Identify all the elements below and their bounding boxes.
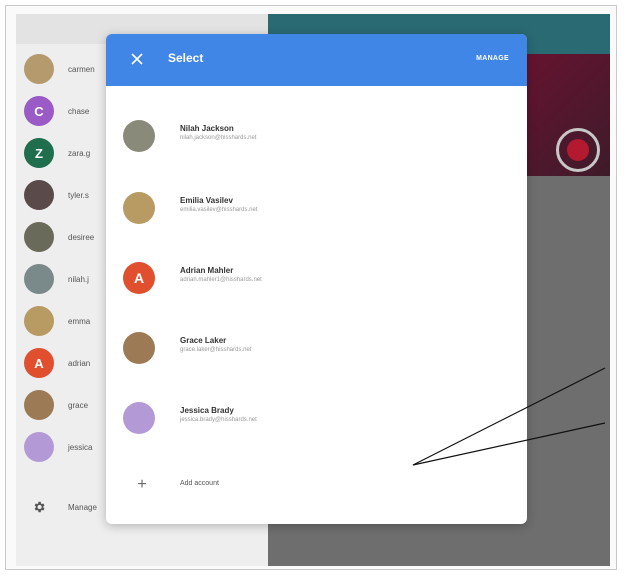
select-account-dialog: Select MANAGE Nilah Jackson nilah.jackso…: [106, 34, 527, 524]
sidebar-account-label: emma: [68, 316, 91, 326]
sidebar-account-label: zara.g: [68, 148, 91, 158]
avatar: [24, 306, 54, 336]
sidebar-account-label: chase: [68, 106, 90, 116]
account-name: Grace Laker: [180, 336, 227, 345]
sidebar-account-item[interactable]: carmen: [24, 51, 95, 87]
avatar: [24, 180, 54, 210]
account-name: Nilah Jackson: [180, 124, 234, 133]
sidebar-account-label: nilah.j: [68, 274, 89, 284]
sidebar-account-label: grace: [68, 400, 89, 410]
plus-icon: +: [137, 476, 147, 493]
sidebar-account-item[interactable]: Z zara.g: [24, 135, 90, 171]
sidebar-manage-item[interactable]: Manage: [24, 489, 97, 525]
account-name: Jessica Brady: [180, 406, 234, 415]
avatar: [123, 402, 155, 434]
sidebar-account-item[interactable]: tyler.s: [24, 177, 89, 213]
avatar: [123, 332, 155, 364]
account-name: Adrian Mahler: [180, 266, 234, 275]
account-row[interactable]: Jessica Brady jessica.brady@hisshards.ne…: [106, 388, 527, 448]
account-name: Emilia Vasilev: [180, 196, 233, 205]
sidebar-account-label: adrian: [68, 358, 91, 368]
gear-icon: [28, 496, 50, 518]
account-email: jessica.brady@hisshards.net: [180, 417, 257, 423]
account-row[interactable]: Emilia Vasilev emilia.vasilev@hisshards.…: [106, 178, 527, 238]
account-email: grace.laker@hisshards.net: [180, 347, 252, 353]
sidebar-manage-label: Manage: [68, 502, 97, 512]
sidebar-account-item[interactable]: jessica: [24, 429, 92, 465]
dialog-header: Select MANAGE: [106, 34, 527, 86]
avatar: [24, 264, 54, 294]
sidebar-account-item[interactable]: A adrian: [24, 345, 90, 381]
sidebar-account-item[interactable]: desiree: [24, 219, 94, 255]
sidebar-account-item[interactable]: grace: [24, 387, 88, 423]
avatar: Z: [24, 138, 54, 168]
account-row[interactable]: Grace Laker grace.laker@hisshards.net: [106, 318, 527, 378]
avatar: [24, 222, 54, 252]
avatar: A: [24, 348, 54, 378]
avatar: [24, 390, 54, 420]
add-account-row[interactable]: + Add account: [106, 464, 527, 508]
sidebar-account-item[interactable]: nilah.j: [24, 261, 89, 297]
sidebar-account-label: tyler.s: [68, 190, 89, 200]
manage-button[interactable]: MANAGE: [476, 55, 509, 62]
account-email: emilia.vasilev@hisshards.net: [180, 207, 258, 213]
sidebar-account-item[interactable]: C chase: [24, 93, 89, 129]
add-account-label: Add account: [180, 480, 219, 487]
sidebar-account-label: jessica: [68, 442, 93, 452]
avatar: A: [123, 262, 155, 294]
account-email: adrian.mahler1@hisshards.net: [180, 277, 262, 283]
close-icon[interactable]: [126, 48, 148, 70]
background-profile-dot: [567, 139, 589, 161]
avatar: [24, 54, 54, 84]
sidebar-account-label: desiree: [68, 232, 95, 242]
avatar: [123, 192, 155, 224]
account-email: nilah.jackson@hisshards.net: [180, 135, 257, 141]
avatar: C: [24, 96, 54, 126]
account-row[interactable]: A Adrian Mahler adrian.mahler1@hisshards…: [106, 248, 527, 308]
sidebar-account-label: carmen: [68, 64, 95, 74]
avatar: [24, 432, 54, 462]
sidebar-account-item[interactable]: emma: [24, 303, 90, 339]
account-row[interactable]: Nilah Jackson nilah.jackson@hisshards.ne…: [106, 106, 527, 166]
avatar: [123, 120, 155, 152]
dialog-title: Select: [168, 51, 204, 65]
